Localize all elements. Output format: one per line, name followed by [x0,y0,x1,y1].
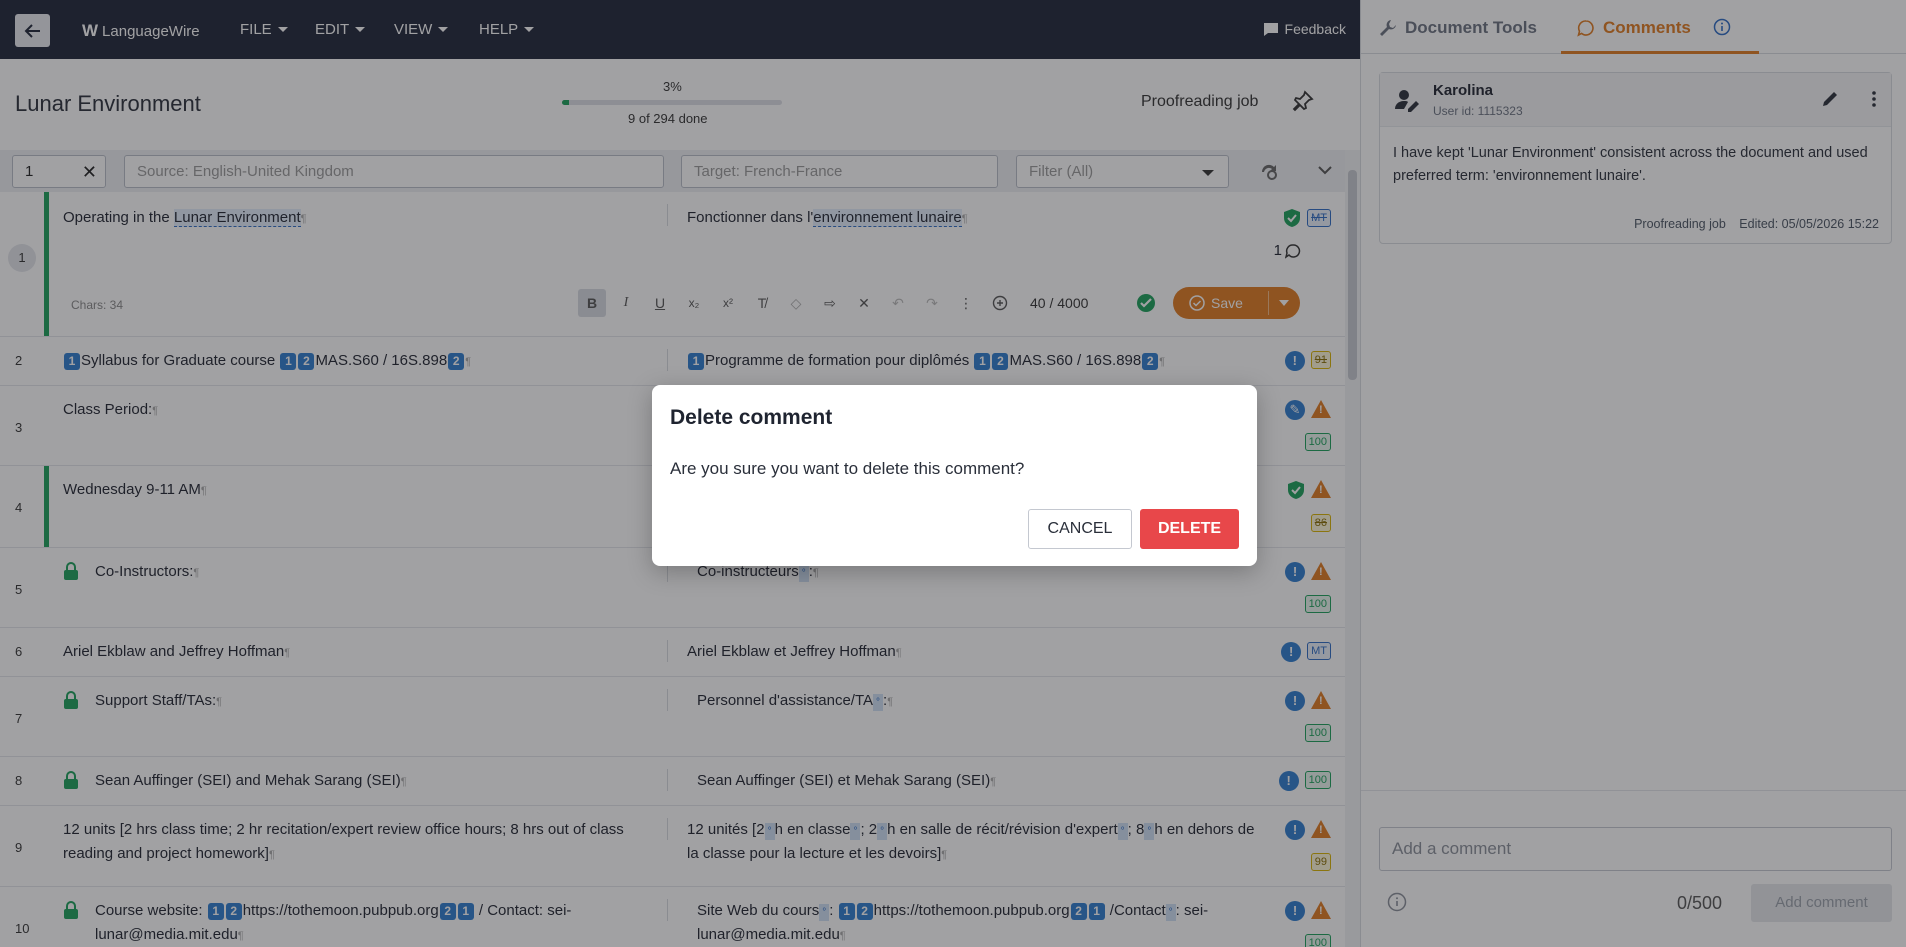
cancel-button[interactable]: CANCEL [1028,509,1132,549]
dialog-title: Delete comment [670,406,833,429]
delete-comment-dialog: Delete comment Are you sure you want to … [652,385,1257,566]
delete-button[interactable]: DELETE [1140,509,1239,549]
dialog-message: Are you sure you want to delete this com… [670,459,1025,478]
